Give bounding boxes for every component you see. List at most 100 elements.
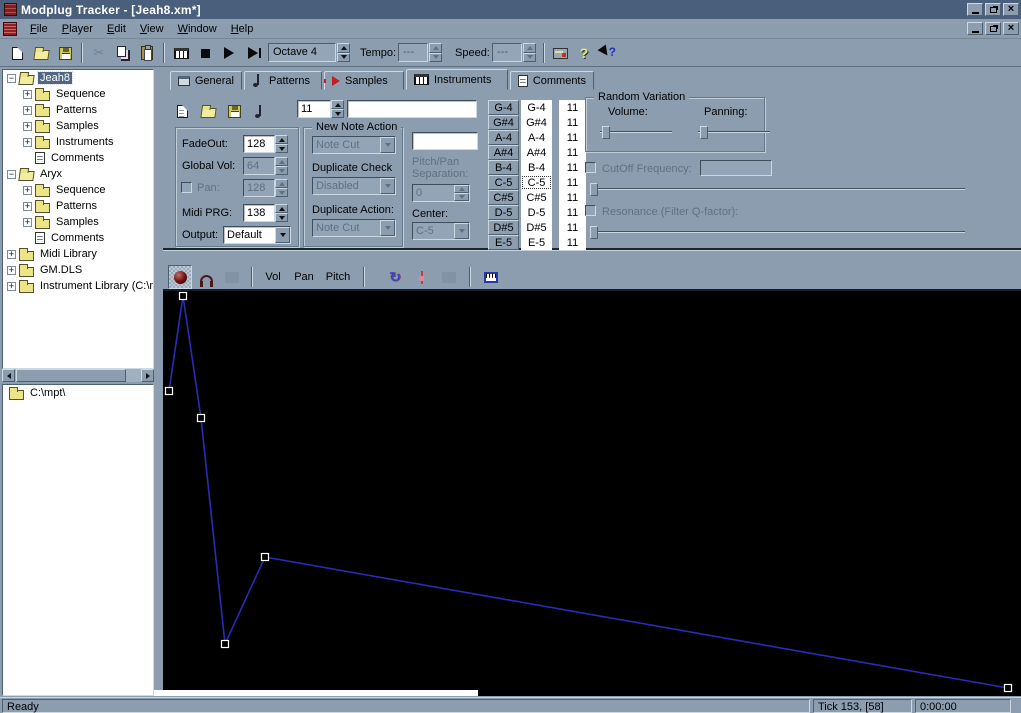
play-pattern-button[interactable] <box>242 42 264 64</box>
output-combo[interactable]: Default <box>223 226 291 244</box>
notemap-sample-cell[interactable]: 11 <box>559 190 586 205</box>
cut-button[interactable]: ✂ <box>88 42 110 64</box>
menu-edit[interactable]: Edit <box>100 21 133 37</box>
pattern-editor-button[interactable] <box>170 42 192 64</box>
notemap-note-button[interactable]: E-5 <box>488 235 519 250</box>
save-instrument-button[interactable] <box>223 100 245 122</box>
play-note-button[interactable] <box>249 100 271 122</box>
copy-button[interactable] <box>112 42 134 64</box>
tree-expander-icon[interactable]: + <box>7 266 16 275</box>
tree-expander-icon[interactable]: + <box>23 106 32 115</box>
tree-item-sequence[interactable]: +Sequence <box>3 86 153 102</box>
tab-patterns[interactable]: Patterns <box>244 71 322 90</box>
notemap-note-button[interactable]: A-4 <box>488 130 519 145</box>
menu-player[interactable]: Player <box>55 21 100 37</box>
scroll-right-button[interactable] <box>141 369 154 382</box>
menu-view[interactable]: View <box>133 21 171 37</box>
midi-prg-spinner[interactable] <box>275 204 288 222</box>
menu-file[interactable]: File <box>23 21 55 37</box>
notemap-note-button[interactable]: C-5 <box>488 175 519 190</box>
stop-button[interactable] <box>194 42 216 64</box>
instrument-map-button[interactable] <box>479 265 503 289</box>
tree-expander-icon[interactable]: + <box>23 218 32 227</box>
tree-expander-icon[interactable]: − <box>7 74 16 83</box>
notemap-mapped-cell[interactable]: A#4 <box>521 145 552 160</box>
tempo-spinner[interactable] <box>429 43 442 62</box>
help-button[interactable]: ? <box>573 42 595 64</box>
mdi-close-button[interactable]: × <box>1003 22 1019 35</box>
volume-variation-slider[interactable] <box>600 131 672 133</box>
fadeout-spinner[interactable] <box>275 135 288 153</box>
tree-expander-icon[interactable]: + <box>23 122 32 131</box>
envelope-node[interactable] <box>198 415 205 422</box>
slider-thumb[interactable] <box>602 126 610 139</box>
scroll-left-button[interactable] <box>2 369 15 382</box>
panning-variation-slider[interactable] <box>698 131 770 133</box>
notemap-note-button[interactable]: G-4 <box>488 100 519 115</box>
paste-button[interactable] <box>136 42 158 64</box>
notemap-sample-cell[interactable]: 11 <box>559 115 586 130</box>
tree-expander-icon[interactable]: + <box>7 282 16 291</box>
midi-prg-field[interactable]: 138 <box>243 204 275 222</box>
octave-spinner[interactable] <box>337 43 350 62</box>
notemap-note-button[interactable]: G#4 <box>488 115 519 130</box>
envelope-canvas[interactable] <box>163 291 1021 696</box>
notemap-mapped-cell[interactable]: D#5 <box>521 220 552 235</box>
envelope-enable-button[interactable] <box>168 265 192 289</box>
mdi-restore-button[interactable] <box>985 22 1001 35</box>
tree-item-comments[interactable]: Comments <box>3 150 153 166</box>
notemap-sample-cell[interactable]: 11 <box>559 235 586 250</box>
notemap-note-button[interactable]: B-4 <box>488 160 519 175</box>
load-instrument-button[interactable] <box>197 100 219 122</box>
open-file-button[interactable] <box>30 42 52 64</box>
envelope-sustain-button[interactable] <box>410 265 434 289</box>
notemap-sample-cell[interactable]: 11 <box>559 130 586 145</box>
tree-expander-icon[interactable]: + <box>23 90 32 99</box>
tree-horizontal-scrollbar[interactable] <box>2 369 154 382</box>
speed-spinner[interactable] <box>523 43 536 62</box>
tree-expander-icon[interactable]: + <box>23 202 32 211</box>
notemap-sample-cell[interactable]: 11 <box>559 205 586 220</box>
envelope-node[interactable] <box>262 554 269 561</box>
tab-instruments[interactable]: Instruments <box>406 69 508 90</box>
notemap-sample-cell[interactable]: 11 <box>559 145 586 160</box>
file-browser[interactable]: C:\mpt\ <box>2 384 154 696</box>
tree-expander-icon[interactable]: − <box>7 170 16 179</box>
tree-item-samples[interactable]: +Samples <box>3 214 153 230</box>
volume-envelope-tab[interactable]: Vol <box>259 265 287 289</box>
tree-expander-icon[interactable]: + <box>23 138 32 147</box>
restore-button[interactable] <box>985 3 1001 16</box>
module-tree[interactable]: −Jeah8+Sequence+Patterns+Samples+Instrum… <box>2 69 154 369</box>
notemap-note-button[interactable]: D#5 <box>488 220 519 235</box>
tree-item-instruments[interactable]: +Instruments <box>3 134 153 150</box>
envelope-node[interactable] <box>222 641 229 648</box>
tree-item-patterns[interactable]: +Patterns <box>3 198 153 214</box>
notemap-mapped-cell[interactable]: C#5 <box>521 190 552 205</box>
dropdown-arrow-icon[interactable] <box>275 227 290 243</box>
new-file-button[interactable] <box>6 42 28 64</box>
tree-item-sequence[interactable]: +Sequence <box>3 182 153 198</box>
tree-item-gm-dls[interactable]: +GM.DLS <box>3 262 153 278</box>
close-button[interactable]: × <box>1003 3 1019 16</box>
notemap-mapped-cell[interactable]: G#4 <box>521 115 552 130</box>
octave-select[interactable]: Octave 4 <box>268 43 336 62</box>
file-browser-item[interactable]: C:\mpt\ <box>3 385 153 401</box>
envelope-editor[interactable] <box>163 291 1021 696</box>
fadeout-field[interactable]: 128 <box>243 135 275 153</box>
notemap-note-button[interactable]: A#4 <box>488 145 519 160</box>
envelope-node[interactable] <box>1005 685 1012 692</box>
tree-item-midi-library[interactable]: +Midi Library <box>3 246 153 262</box>
tree-item-comments[interactable]: Comments <box>3 230 153 246</box>
tree-expander-icon[interactable]: + <box>7 250 16 259</box>
tab-comments[interactable]: Comments <box>510 71 594 90</box>
mdi-document-icon[interactable] <box>3 22 17 36</box>
minimize-button[interactable] <box>967 3 983 16</box>
envelope-node[interactable] <box>180 293 187 300</box>
tab-samples[interactable]: Samples <box>324 71 404 90</box>
pitch-pan-note-field[interactable] <box>412 132 478 150</box>
context-help-button[interactable] <box>597 42 619 64</box>
panning-envelope-tab[interactable]: Pan <box>290 265 318 289</box>
tree-item-jeah8[interactable]: −Jeah8 <box>3 70 153 86</box>
slider-thumb[interactable] <box>700 126 708 139</box>
menu-help[interactable]: Help <box>224 21 261 37</box>
